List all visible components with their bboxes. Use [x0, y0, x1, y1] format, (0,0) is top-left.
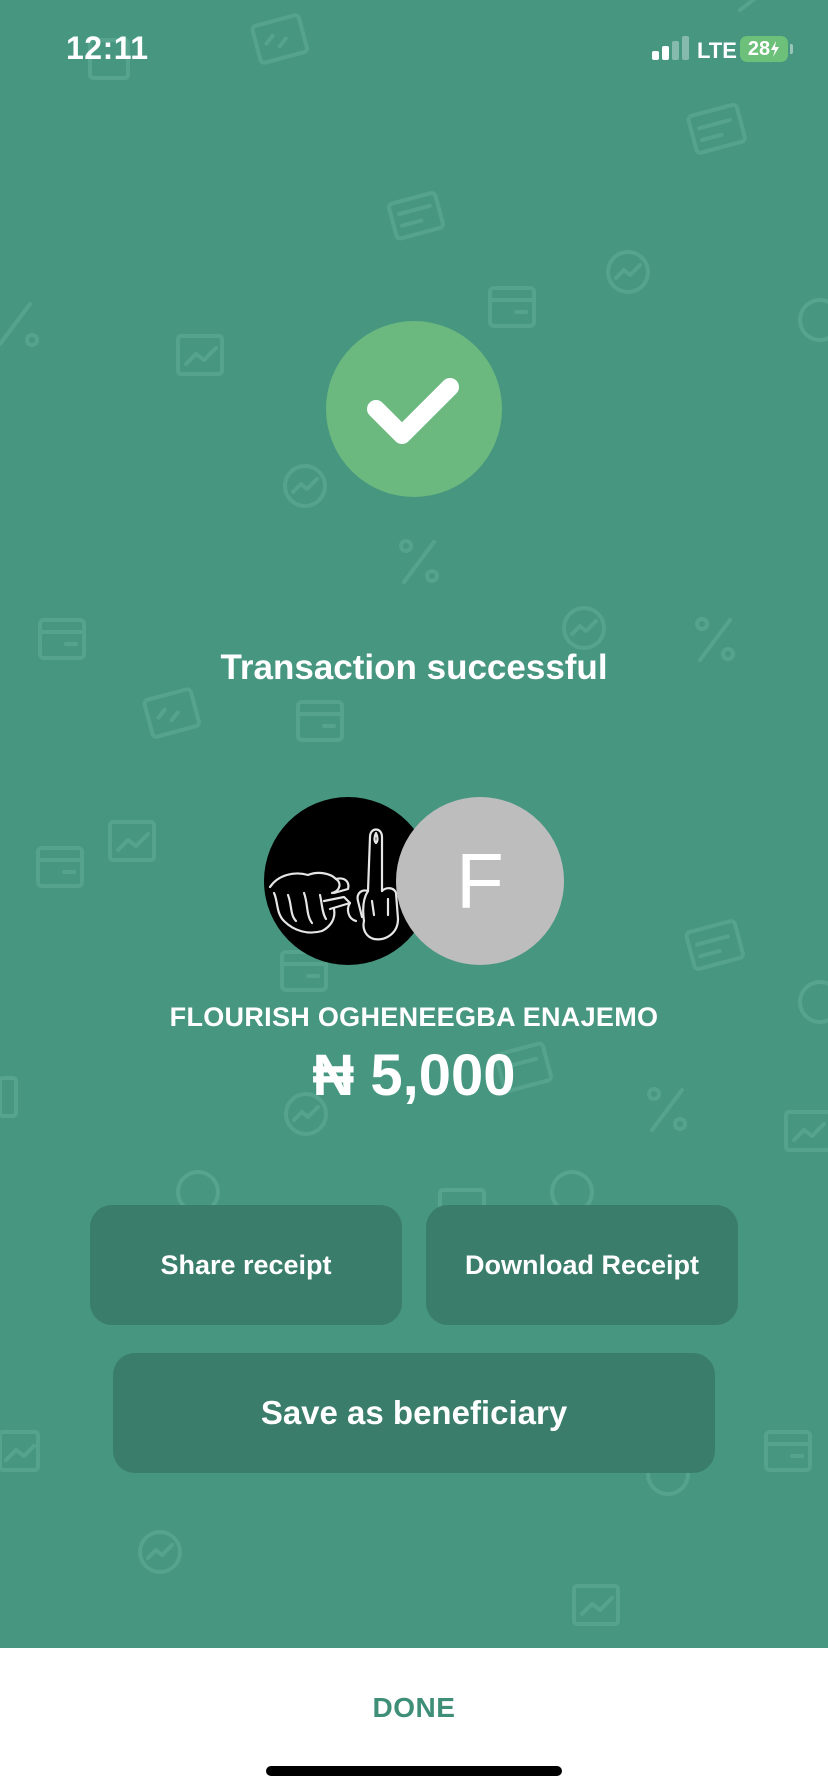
- download-receipt-button[interactable]: Download Receipt: [426, 1205, 738, 1325]
- transfer-amount: ₦ 5,000: [312, 1043, 516, 1108]
- checkmark-icon: [367, 378, 459, 444]
- share-receipt-label: Share receipt: [160, 1249, 332, 1280]
- charging-bolt-icon: [771, 41, 780, 57]
- done-button[interactable]: DONE: [314, 1678, 514, 1738]
- save-as-beneficiary-button[interactable]: Save as beneficiary: [113, 1353, 715, 1473]
- success-check-badge: [326, 321, 502, 497]
- status-time: 12:11: [66, 30, 149, 66]
- battery-tip: [790, 44, 793, 54]
- battery-icon: 28: [740, 36, 788, 62]
- transaction-status-title: Transaction successful: [220, 648, 608, 687]
- share-receipt-button[interactable]: Share receipt: [90, 1205, 402, 1325]
- save-as-beneficiary-label: Save as beneficiary: [260, 1394, 568, 1431]
- bottom-action-bar: DONE: [0, 1648, 828, 1792]
- recipient-avatar: F: [396, 797, 564, 965]
- battery-level: 28: [747, 37, 771, 60]
- network-type: LTE: [697, 38, 737, 63]
- transaction-success-screen: 12:11 LTE 28 Transaction successful F FL…: [0, 0, 828, 1792]
- download-receipt-label: Download Receipt: [464, 1249, 700, 1280]
- home-indicator[interactable]: [266, 1766, 562, 1776]
- cellular-signal-icon: [652, 36, 690, 60]
- status-bar: 12:11 LTE 28: [0, 0, 828, 100]
- recipient-name: FLOURISH OGHENEEGBA ENAJEMO: [169, 1002, 659, 1032]
